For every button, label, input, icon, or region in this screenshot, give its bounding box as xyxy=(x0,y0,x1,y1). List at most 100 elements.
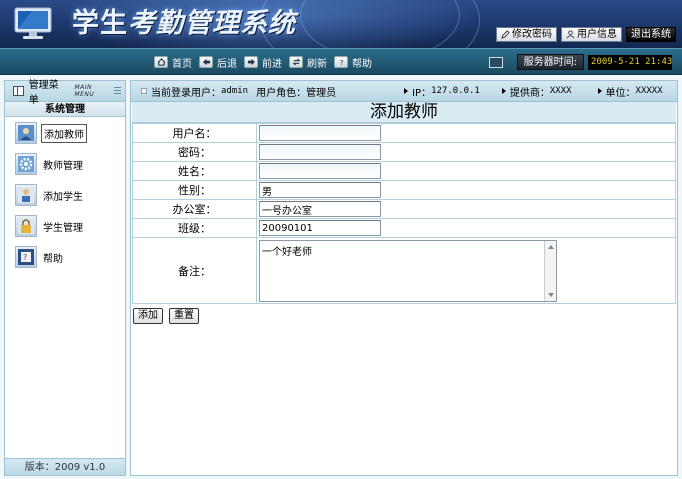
form-row-notes: 备注： 一个好老师 xyxy=(132,237,676,304)
current-user-info: 当前登录用户： admin xyxy=(141,84,248,99)
nav-help-label: 帮助 xyxy=(352,58,372,70)
sidebar-item-add-student[interactable]: 添加学生 xyxy=(5,180,125,210)
bullet-icon xyxy=(501,88,506,94)
sidebar-item-add-teacher[interactable]: 添加教师 xyxy=(5,118,125,148)
form-row-username: 用户名： xyxy=(132,123,676,143)
password-label: 密码： xyxy=(132,142,257,162)
nav-home-label: 首页 xyxy=(172,58,192,70)
app-title: 学生考勤管理系统 xyxy=(72,6,296,42)
user-icon xyxy=(566,30,575,39)
add-student-icon xyxy=(15,184,37,206)
lock-icon xyxy=(15,215,37,237)
ip-label: IP： xyxy=(412,87,432,99)
sidebar-item-label: 学生管理 xyxy=(43,222,83,234)
office-input[interactable] xyxy=(259,201,381,217)
name-input[interactable] xyxy=(259,163,381,179)
nav-refresh-label: 刷新 xyxy=(307,58,327,70)
username-input[interactable] xyxy=(259,125,381,141)
add-teacher-icon xyxy=(15,122,37,144)
nav-forward-label: 前进 xyxy=(262,58,282,70)
form-actions: 添加 重置 xyxy=(133,308,677,324)
user-info-label: 用户信息 xyxy=(577,29,617,40)
name-label: 姓名： xyxy=(132,161,257,181)
nav-back[interactable]: 后退 xyxy=(199,55,237,70)
username-label: 用户名： xyxy=(132,123,257,143)
sidebar-item-label: 添加学生 xyxy=(43,191,83,203)
form-row-class: 班级： xyxy=(132,218,676,238)
sidebar-header: 管理菜单 MAIN MENU xyxy=(5,80,125,106)
nav-refresh[interactable]: 刷新 xyxy=(289,55,327,70)
password-input[interactable] xyxy=(259,144,381,160)
unit-info: 单位： XXXXX xyxy=(597,84,663,99)
nav-forward[interactable]: 前进 xyxy=(244,55,282,70)
small-square-icon xyxy=(141,88,147,94)
current-user-label: 当前登录用户： xyxy=(151,87,221,99)
logout-button[interactable]: 退出系统 xyxy=(626,27,676,42)
forward-arrow-icon xyxy=(244,56,258,68)
nav-back-label: 后退 xyxy=(217,58,237,70)
sidebar-title-en: MAIN MENU xyxy=(74,84,95,98)
provider-info: 提供商： XXXX xyxy=(501,84,572,99)
user-info-button[interactable]: 用户信息 xyxy=(561,27,622,42)
version-label: 版本：2009 v1.0 xyxy=(5,458,125,475)
server-time-value: 2009-5-21 21:43:0 xyxy=(588,54,672,70)
unit-value: XXXXX xyxy=(635,86,663,96)
class-input[interactable] xyxy=(259,220,381,236)
ip-value: 127.0.0.1 xyxy=(431,86,480,96)
body-frame: 管理菜单 MAIN MENU 系统管理 添加教师 教师管理 添加学生 学生管理 … xyxy=(0,75,682,479)
logout-label: 退出系统 xyxy=(631,29,671,40)
main-panel: 当前登录用户： admin 用户角色： 管理员 IP： 127.0.0.1 提供… xyxy=(130,80,678,476)
role-info: 用户角色： 管理员 xyxy=(256,84,336,99)
sidebar-item-help[interactable]: ? 帮助 xyxy=(5,242,125,272)
screen-icon xyxy=(488,56,503,68)
back-arrow-icon xyxy=(199,56,213,68)
notes-value: 一个好老师 xyxy=(262,246,312,258)
svg-text:?: ? xyxy=(23,253,27,262)
ip-info: IP： 127.0.0.1 xyxy=(404,84,480,99)
provider-label: 提供商： xyxy=(509,87,550,99)
app-title-part1: 学生 xyxy=(72,8,128,39)
notes-textarea[interactable]: 一个好老师 xyxy=(259,239,557,302)
reset-button[interactable]: 重置 xyxy=(169,308,199,324)
unit-label: 单位： xyxy=(605,87,636,99)
nav-bar: 首页 后退 前进 刷新 ? 帮助 服务器时间: 2009-5-21 21:43 xyxy=(0,48,682,75)
sidebar-section-title: 系统管理 xyxy=(5,102,125,117)
server-time-box: 服务器时间: 2009-5-21 21:43:0 xyxy=(488,54,672,70)
nav-help[interactable]: ? 帮助 xyxy=(334,55,372,70)
collapse-handle-icon[interactable] xyxy=(114,87,121,95)
role-label: 用户角色： xyxy=(256,87,307,99)
form-row-gender: 性别： xyxy=(132,180,676,200)
form-row-password: 密码： xyxy=(132,142,676,162)
app-title-part2: 考勤管理系统 xyxy=(128,8,296,39)
submit-button[interactable]: 添加 xyxy=(133,308,163,324)
top-actions: 修改密码 用户信息 退出系统 xyxy=(496,27,676,42)
gender-input[interactable] xyxy=(259,182,381,198)
form-row-office: 办公室： xyxy=(132,199,676,219)
bullet-icon xyxy=(404,88,409,94)
nav-home[interactable]: 首页 xyxy=(154,55,192,70)
sidebar-item-student-management[interactable]: 学生管理 xyxy=(5,211,125,241)
sidebar-item-label: 帮助 xyxy=(43,253,63,265)
gear-icon xyxy=(15,153,37,175)
home-icon xyxy=(154,56,168,68)
teacher-form: 用户名： 密码： 姓名： 性别： 办公室： 班级： xyxy=(132,123,676,304)
notes-label: 备注： xyxy=(132,237,257,304)
server-time-label: 服务器时间: xyxy=(516,54,584,70)
form-title: 添加教师 xyxy=(132,102,676,123)
role-value: 管理员 xyxy=(306,87,337,99)
current-user-value: admin xyxy=(221,86,249,96)
refresh-icon xyxy=(289,56,303,68)
change-password-button[interactable]: 修改密码 xyxy=(496,27,557,42)
menu-panel-icon xyxy=(13,86,24,96)
notes-scrollbar[interactable] xyxy=(544,240,556,301)
sidebar-item-teacher-management[interactable]: 教师管理 xyxy=(5,149,125,179)
class-label: 班级： xyxy=(132,218,257,238)
gender-label: 性别： xyxy=(132,180,257,200)
office-label: 办公室： xyxy=(132,199,257,219)
sidebar-item-label: 教师管理 xyxy=(43,160,83,172)
bullet-icon xyxy=(597,88,602,94)
info-bar: 当前登录用户： admin 用户角色： 管理员 IP： 127.0.0.1 提供… xyxy=(131,81,677,102)
help-icon: ? xyxy=(334,56,348,68)
form-row-name: 姓名： xyxy=(132,161,676,181)
header-banner: 学生考勤管理系统 修改密码 用户信息 退出系统 xyxy=(0,0,682,48)
